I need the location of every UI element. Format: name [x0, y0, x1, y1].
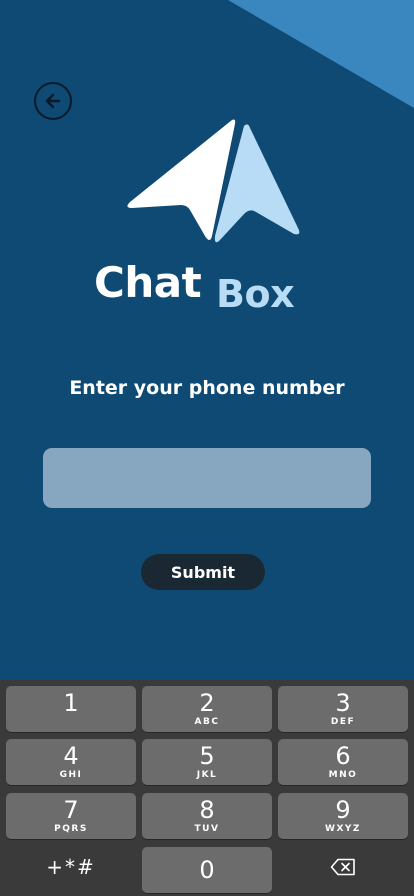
- paper-plane-logo-icon: [127, 119, 300, 243]
- key-7[interactable]: 7 PQRS: [6, 793, 136, 839]
- key-digit: 7: [63, 796, 79, 824]
- key-letters: JKL: [196, 770, 218, 780]
- key-letters: DEF: [330, 717, 356, 727]
- app-logo-wordmark: Chat Box: [94, 258, 334, 318]
- key-digit: 3: [335, 689, 351, 717]
- phone-login-screen: Chat Box Enter your phone number Submit …: [0, 0, 414, 896]
- logo-word-box: Box: [216, 272, 295, 316]
- key-digit: 5: [199, 742, 215, 770]
- symbols-label: +*#: [46, 855, 96, 879]
- phone-number-input[interactable]: [43, 448, 371, 508]
- key-letters: PQRS: [54, 824, 88, 834]
- backspace-icon: [330, 858, 355, 876]
- logo-word-chat: Chat: [94, 258, 202, 307]
- phone-prompt-heading: Enter your phone number: [69, 377, 345, 399]
- key-6[interactable]: 6 MNO: [278, 739, 408, 785]
- key-5[interactable]: 5 JKL: [142, 739, 272, 785]
- key-digit: 1: [63, 689, 79, 717]
- key-4[interactable]: 4 GHI: [6, 739, 136, 785]
- key-letters: MNO: [328, 770, 358, 780]
- key-digit: 6: [335, 742, 351, 770]
- key-letters: WXYZ: [325, 824, 361, 834]
- key-9[interactable]: 9 WXYZ: [278, 793, 408, 839]
- key-digit: 0: [199, 856, 215, 884]
- symbols-key[interactable]: +*#: [6, 844, 136, 890]
- key-letters: ABC: [194, 717, 220, 727]
- numeric-keypad: 1 2 ABC 3 DEF 4 GHI 5 JKL 6 MNO 7 PQRS 8: [0, 680, 414, 896]
- arrow-left-icon: [45, 93, 61, 109]
- key-letters: TUV: [194, 824, 220, 834]
- key-3[interactable]: 3 DEF: [278, 686, 408, 732]
- key-digit: 8: [199, 796, 215, 824]
- key-digit: 9: [335, 796, 351, 824]
- key-digit: 2: [199, 689, 215, 717]
- key-digit: 4: [63, 742, 79, 770]
- delete-key[interactable]: [278, 844, 408, 890]
- key-2[interactable]: 2 ABC: [142, 686, 272, 732]
- back-button[interactable]: [34, 82, 72, 120]
- key-1[interactable]: 1: [6, 686, 136, 732]
- key-letters: GHI: [59, 770, 83, 780]
- submit-button[interactable]: Submit: [141, 554, 265, 590]
- key-0[interactable]: 0: [142, 847, 272, 893]
- key-8[interactable]: 8 TUV: [142, 793, 272, 839]
